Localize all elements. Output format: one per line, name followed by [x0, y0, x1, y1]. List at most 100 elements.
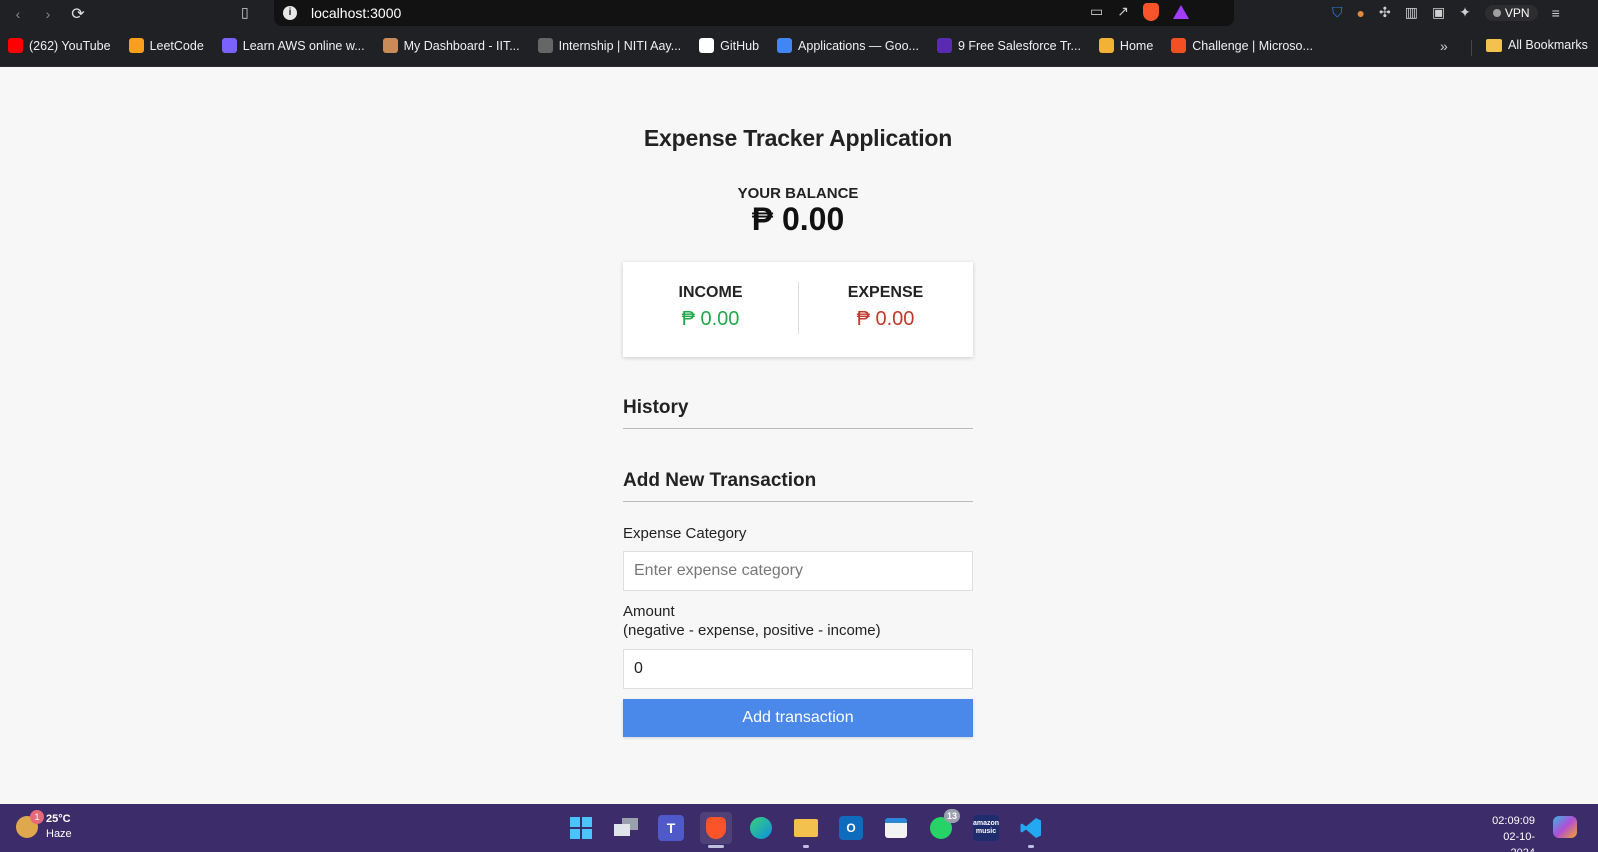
youtube-icon — [8, 38, 23, 53]
outlook-icon[interactable]: O — [839, 816, 863, 840]
add-transaction-heading: Add New Transaction — [623, 470, 973, 502]
bookmark-item[interactable]: Home — [1098, 38, 1154, 53]
bookmark-label: Applications — Goo... — [798, 38, 919, 53]
back-icon[interactable]: ‹ — [10, 6, 26, 22]
bookmark-label: My Dashboard - IIT... — [403, 38, 520, 53]
bookmark-label: (262) YouTube — [29, 38, 111, 53]
browser-toolbar: ‹ › ⟳ ▯ i localhost:3000 ▭ ↗ ⛉ ● ✣ ▥ ▣ ✦… — [0, 0, 1598, 28]
sidebar-icon[interactable]: ▥ — [1405, 4, 1418, 21]
bookmark-item[interactable]: Challenge | Microso... — [1171, 38, 1313, 53]
menu-icon[interactable]: ≡ — [1552, 5, 1560, 21]
cast-icon[interactable]: ▭ — [1090, 3, 1103, 21]
income-column: INCOME ₱ 0.00 — [633, 262, 788, 357]
expense-value: ₱ 0.00 — [856, 308, 915, 330]
amazon-music-icon[interactable]: amazon music — [973, 815, 999, 841]
history-heading: History — [623, 397, 973, 429]
all-bookmarks-button[interactable]: All Bookmarks — [1486, 38, 1588, 52]
nav-controls: ‹ › ⟳ — [10, 0, 86, 28]
extension-icons: ⛉ ● ✣ ▥ ▣ ✦ VPN ≡ — [1332, 4, 1560, 21]
more-bookmarks-icon[interactable]: » — [1440, 38, 1448, 54]
shield-extension-icon[interactable]: ⛉ — [1332, 4, 1343, 21]
file-explorer-icon[interactable] — [790, 812, 822, 848]
amount-label: Amount — [623, 603, 675, 620]
github-icon — [699, 38, 715, 53]
teams-icon[interactable]: T — [658, 815, 684, 841]
task-view-icon[interactable] — [610, 812, 642, 844]
bookmarks-divider — [1471, 40, 1472, 56]
edge-icon[interactable] — [745, 812, 777, 844]
active-indicator — [708, 845, 724, 848]
weather-temp: 25°C — [46, 813, 71, 825]
bookmark-label: Home — [1119, 38, 1154, 53]
bookmark-item[interactable]: Applications — Goo... — [777, 38, 919, 53]
income-expense-card: INCOME ₱ 0.00 EXPENSE ₱ 0.00 — [623, 262, 973, 357]
extensions-puzzle-icon[interactable]: ✣ — [1379, 4, 1391, 21]
leetcode-icon — [128, 38, 144, 53]
balance-value: ₱ 0.00 — [751, 201, 845, 237]
weather-desc: Haze — [46, 828, 72, 840]
brave-rewards-icon[interactable] — [1172, 5, 1189, 19]
bookmark-item[interactable]: Learn AWS online w... — [221, 38, 365, 53]
wallet-icon[interactable]: ▣ — [1432, 4, 1445, 21]
address-bar-actions: ▭ ↗ — [1090, 3, 1189, 21]
system-clock[interactable]: 02:09:09 02-10-2024 — [1480, 813, 1535, 852]
cookie-extension-icon[interactable]: ● — [1357, 5, 1365, 21]
share-icon[interactable]: ↗ — [1117, 3, 1129, 21]
bookmark-add-icon[interactable]: ▯ — [241, 4, 249, 21]
amount-hint: (negative - expense, positive - income) — [623, 622, 881, 639]
taskbar: 1 25°C Haze T O 13 amazon music 02:09:09… — [0, 804, 1598, 852]
windows-start-icon[interactable] — [565, 812, 597, 844]
bookmark-label: Learn AWS online w... — [242, 38, 365, 53]
bookmark-label: Challenge | Microso... — [1192, 38, 1313, 53]
bookmark-item[interactable]: 9 Free Salesforce Tr... — [936, 38, 1081, 53]
url-text[interactable]: localhost:3000 — [311, 5, 401, 21]
income-label: INCOME — [678, 284, 743, 301]
weather-widget[interactable]: 1 25°C Haze — [16, 810, 72, 842]
bookmarks-list: (262) YouTube LeetCode Learn AWS online w.… — [8, 38, 1313, 53]
vpn-button[interactable]: VPN — [1484, 4, 1538, 21]
running-indicator — [803, 845, 809, 848]
bookmark-label: Internship | NITI Aay... — [558, 38, 682, 53]
leo-ai-icon[interactable]: ✦ — [1459, 4, 1471, 21]
whatsapp-icon[interactable]: 13 — [925, 809, 960, 844]
google-icon — [777, 38, 793, 53]
expense-column: EXPENSE ₱ 0.00 — [808, 262, 963, 357]
brave-shields-icon[interactable] — [1142, 3, 1159, 21]
brave-browser-icon[interactable] — [700, 812, 732, 848]
add-transaction-button[interactable]: Add transaction — [623, 699, 973, 737]
running-indicator — [1028, 845, 1034, 848]
vpn-label: VPN — [1504, 5, 1530, 20]
bookmark-item[interactable]: My Dashboard - IIT... — [382, 38, 520, 53]
store-icon[interactable] — [880, 812, 912, 844]
microsoft-icon — [1171, 38, 1187, 53]
home-box-icon — [1098, 38, 1114, 53]
weather-text: 25°C Haze — [46, 812, 72, 842]
taskbar-apps: T O 13 amazon music — [565, 809, 1047, 848]
expense-label: EXPENSE — [847, 284, 924, 301]
copilot-icon[interactable] — [1553, 816, 1577, 838]
income-value: ₱ 0.00 — [681, 308, 740, 330]
category-label: Expense Category — [623, 525, 747, 542]
bookmark-item[interactable]: GitHub — [699, 38, 759, 53]
whatsapp-badge: 13 — [944, 809, 960, 823]
bookmark-label: 9 Free Salesforce Tr... — [957, 38, 1081, 53]
category-input[interactable] — [623, 551, 973, 591]
card-divider — [798, 282, 799, 334]
amount-input[interactable] — [623, 649, 973, 689]
niti-icon — [537, 38, 553, 53]
forward-icon[interactable]: › — [40, 6, 56, 22]
bookmark-label: LeetCode — [149, 38, 204, 53]
site-info-icon[interactable]: i — [283, 6, 297, 20]
weather-icon: 1 — [16, 810, 44, 838]
page-title: Expense Tracker Application — [643, 125, 953, 151]
clock-time: 02:09:09 — [1492, 815, 1535, 827]
clock-date: 02-10-2024 — [1503, 831, 1535, 852]
bookmark-label: GitHub — [720, 38, 760, 53]
reload-icon[interactable]: ⟳ — [70, 4, 86, 24]
folder-icon — [1486, 38, 1502, 52]
dashboard-icon — [382, 38, 398, 53]
bookmark-item[interactable]: (262) YouTube — [8, 38, 111, 53]
vscode-icon[interactable] — [1015, 812, 1047, 848]
bookmark-item[interactable]: Internship | NITI Aay... — [537, 38, 682, 53]
bookmark-item[interactable]: LeetCode — [128, 38, 204, 53]
